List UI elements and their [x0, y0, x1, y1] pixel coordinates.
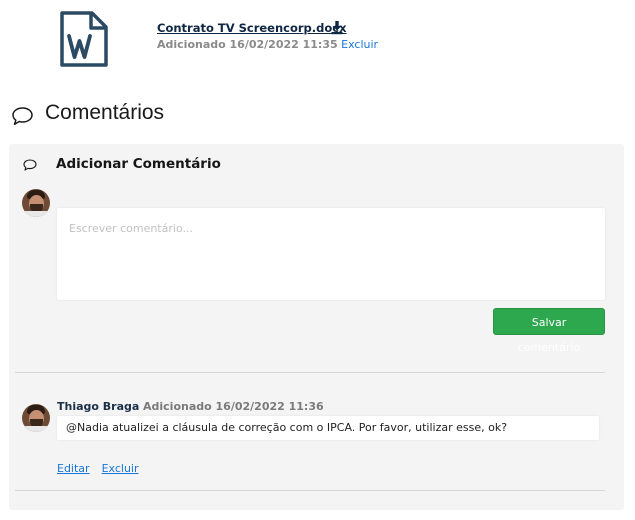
speech-bubble-icon — [12, 107, 33, 126]
attachment-meta: Adicionado 16/02/2022 11:35 Excluir — [157, 38, 378, 51]
add-comment-header: Adicionar Comentário — [23, 156, 323, 176]
attachment-delete-link[interactable]: Excluir — [341, 38, 378, 51]
word-document-icon[interactable] — [59, 11, 109, 68]
attachment-file-name[interactable]: Contrato TV Screencorp.docx — [157, 21, 347, 35]
avatar — [22, 189, 50, 217]
attachment-added-date: Adicionado 16/02/2022 11:35 — [157, 38, 338, 51]
comment-item: Thiago Braga Adicionado 16/02/2022 11:36… — [9, 394, 624, 484]
comments-panel: Adicionar Comentário Salvar comentário T… — [9, 144, 624, 510]
comments-heading: Comentários — [45, 101, 165, 124]
comment-date: Adicionado 16/02/2022 11:36 — [143, 400, 324, 413]
divider — [15, 372, 605, 373]
attachment-item: Contrato TV Screencorp.docx Adicionado 1… — [59, 11, 459, 71]
save-comment-button[interactable]: Salvar comentário — [493, 308, 605, 354]
edit-comment-link[interactable]: Editar — [57, 462, 90, 475]
download-icon[interactable] — [331, 21, 343, 35]
comment-input[interactable] — [57, 208, 605, 300]
comments-section-title: Comentários — [11, 101, 311, 129]
comment-text: @Nadia atualizei a cláusula de correção … — [57, 416, 599, 440]
speech-bubble-icon — [23, 159, 37, 171]
comment-author: Thiago Braga — [57, 400, 140, 413]
add-comment-title: Adicionar Comentário — [56, 156, 221, 172]
avatar — [22, 404, 50, 432]
delete-comment-link[interactable]: Excluir — [102, 462, 139, 475]
comment-actions: Editar Excluir — [57, 462, 139, 475]
divider — [15, 490, 605, 491]
